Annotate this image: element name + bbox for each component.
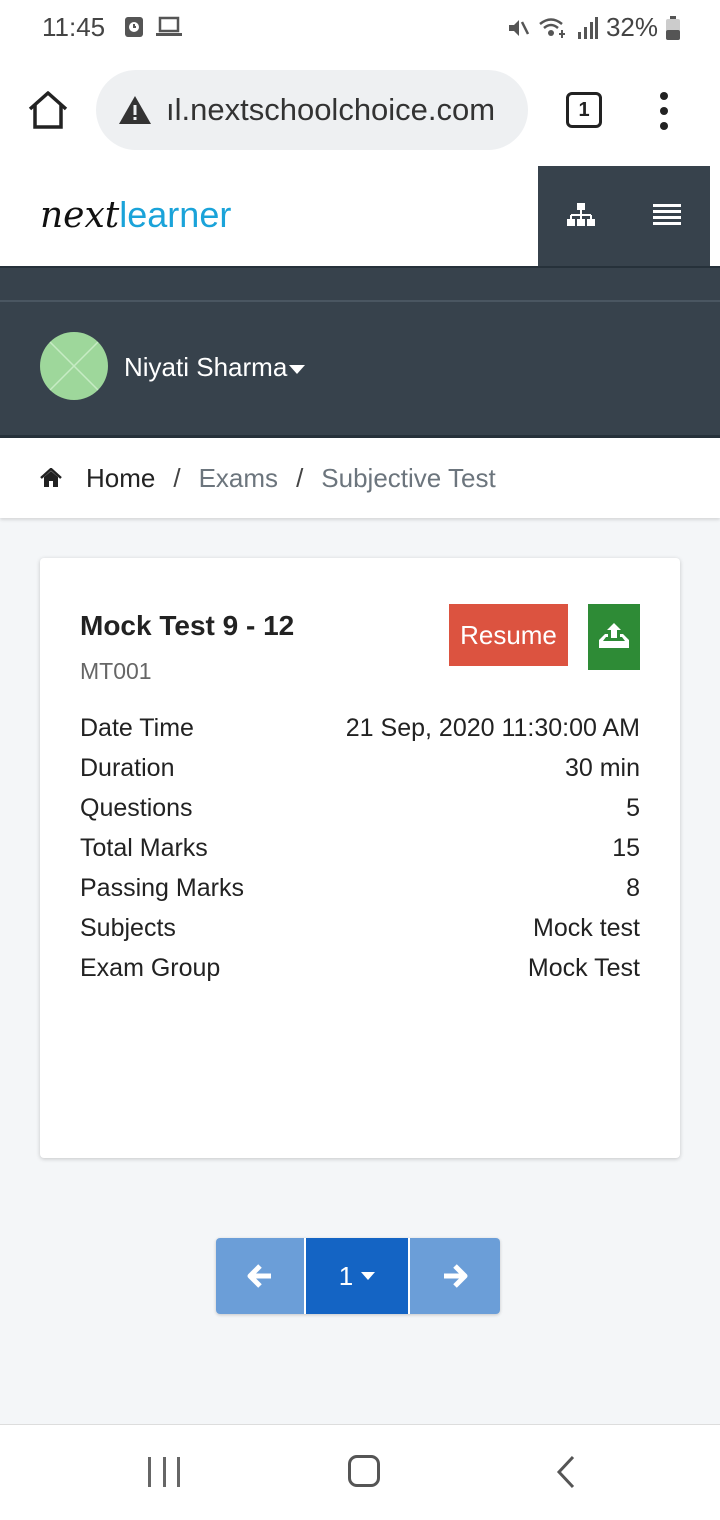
tab-switcher-button[interactable]: 1 <box>566 92 602 128</box>
app-header: nextlearner <box>0 166 720 268</box>
upload-button[interactable] <box>588 604 640 670</box>
avatar-placeholder-icon <box>49 341 99 391</box>
detail-label: Subjects <box>80 914 176 942</box>
system-home-icon[interactable] <box>348 1455 380 1487</box>
list-menu-icon[interactable] <box>652 200 682 230</box>
arrow-right-icon <box>444 1264 468 1288</box>
breadcrumb: Home / Exams / Subjective Test <box>0 438 720 518</box>
detail-label: Date Time <box>80 714 194 742</box>
status-bar: 11:45 32% <box>0 0 720 56</box>
detail-row: Total Marks 15 <box>80 828 640 868</box>
exam-details: Date Time 21 Sep, 2020 11:30:00 AM Durat… <box>80 708 640 988</box>
user-menu-toggle[interactable]: Niyati Sharma <box>124 352 306 383</box>
address-bar[interactable]: ıl.nextschoolchoice.com <box>96 70 528 150</box>
browser-menu-icon[interactable] <box>656 92 672 130</box>
sitemap-icon[interactable] <box>566 200 596 230</box>
detail-value: Mock test <box>533 914 640 942</box>
signal-icon <box>577 16 598 39</box>
user-profile-bar: Niyati Sharma <box>0 268 720 438</box>
detail-row: Questions 5 <box>80 788 640 828</box>
prev-page-button[interactable] <box>216 1238 306 1314</box>
detail-value: 8 <box>626 874 640 902</box>
logo-text-learner: learner <box>119 194 232 235</box>
battery-percent: 32% <box>605 12 658 42</box>
exam-code: MT001 <box>80 658 152 684</box>
arrow-left-icon <box>247 1264 271 1288</box>
browser-toolbar: ıl.nextschoolchoice.com 1 <box>0 56 720 166</box>
detail-value: Mock Test <box>527 954 640 982</box>
status-time: 11:45 <box>42 12 106 42</box>
pagination: 1 <box>216 1238 500 1314</box>
detail-value: 30 min <box>564 754 640 782</box>
detail-row: Duration 30 min <box>80 748 640 788</box>
detail-value: 15 <box>612 834 640 862</box>
divider <box>0 300 720 302</box>
recent-apps-icon[interactable] <box>148 1457 180 1487</box>
detail-row: Subjects Mock test <box>80 908 640 948</box>
breadcrumb-exams[interactable]: Exams <box>199 463 278 494</box>
current-page: 1 <box>338 1260 354 1291</box>
mute-icon <box>508 19 530 36</box>
breadcrumb-subjective-test: Subjective Test <box>321 462 496 493</box>
page-select-dropdown[interactable]: 1 <box>306 1238 410 1314</box>
system-nav-bar <box>0 1424 720 1520</box>
breadcrumb-separator: / <box>173 462 181 493</box>
logo-text-next: next <box>40 195 120 236</box>
detail-row: Date Time 21 Sep, 2020 11:30:00 AM <box>80 708 640 748</box>
caret-down-icon <box>361 1272 376 1280</box>
user-name: Niyati Sharma <box>124 352 288 382</box>
next-page-button[interactable] <box>410 1238 500 1314</box>
detail-label: Questions <box>80 794 193 822</box>
upload-icon <box>599 623 629 648</box>
breadcrumb-home[interactable]: Home <box>86 463 155 494</box>
detail-label: Exam Group <box>80 954 221 982</box>
detail-value: 5 <box>626 794 640 822</box>
resume-button[interactable]: Resume <box>449 604 568 666</box>
laptop-icon <box>156 16 182 36</box>
detail-value: 21 Sep, 2020 11:30:00 AM <box>345 714 640 742</box>
detail-label: Total Marks <box>80 834 208 862</box>
detail-row: Exam Group Mock Test <box>80 948 640 988</box>
home-icon[interactable] <box>40 468 62 488</box>
exam-card: Mock Test 9 - 12 MT001 Resume Date Time … <box>40 558 680 1158</box>
wifi-icon <box>539 17 565 38</box>
warning-icon[interactable] <box>118 94 152 126</box>
logo[interactable]: nextlearner <box>40 194 231 236</box>
alarm-icon <box>125 17 143 37</box>
status-indicators: 32% <box>506 12 680 43</box>
battery-icon <box>666 15 680 40</box>
header-actions <box>538 166 710 266</box>
avatar[interactable] <box>40 332 108 400</box>
url-text: ıl.nextschoolchoice.com <box>166 92 496 127</box>
browser-home-icon[interactable] <box>26 88 70 132</box>
exam-title: Mock Test 9 - 12 <box>80 610 295 641</box>
breadcrumb-separator: / <box>296 462 304 493</box>
detail-label: Duration <box>80 754 175 782</box>
detail-row: Passing Marks 8 <box>80 868 640 908</box>
caret-down-icon <box>289 364 306 374</box>
back-icon[interactable] <box>556 1455 576 1489</box>
detail-label: Passing Marks <box>80 874 244 902</box>
